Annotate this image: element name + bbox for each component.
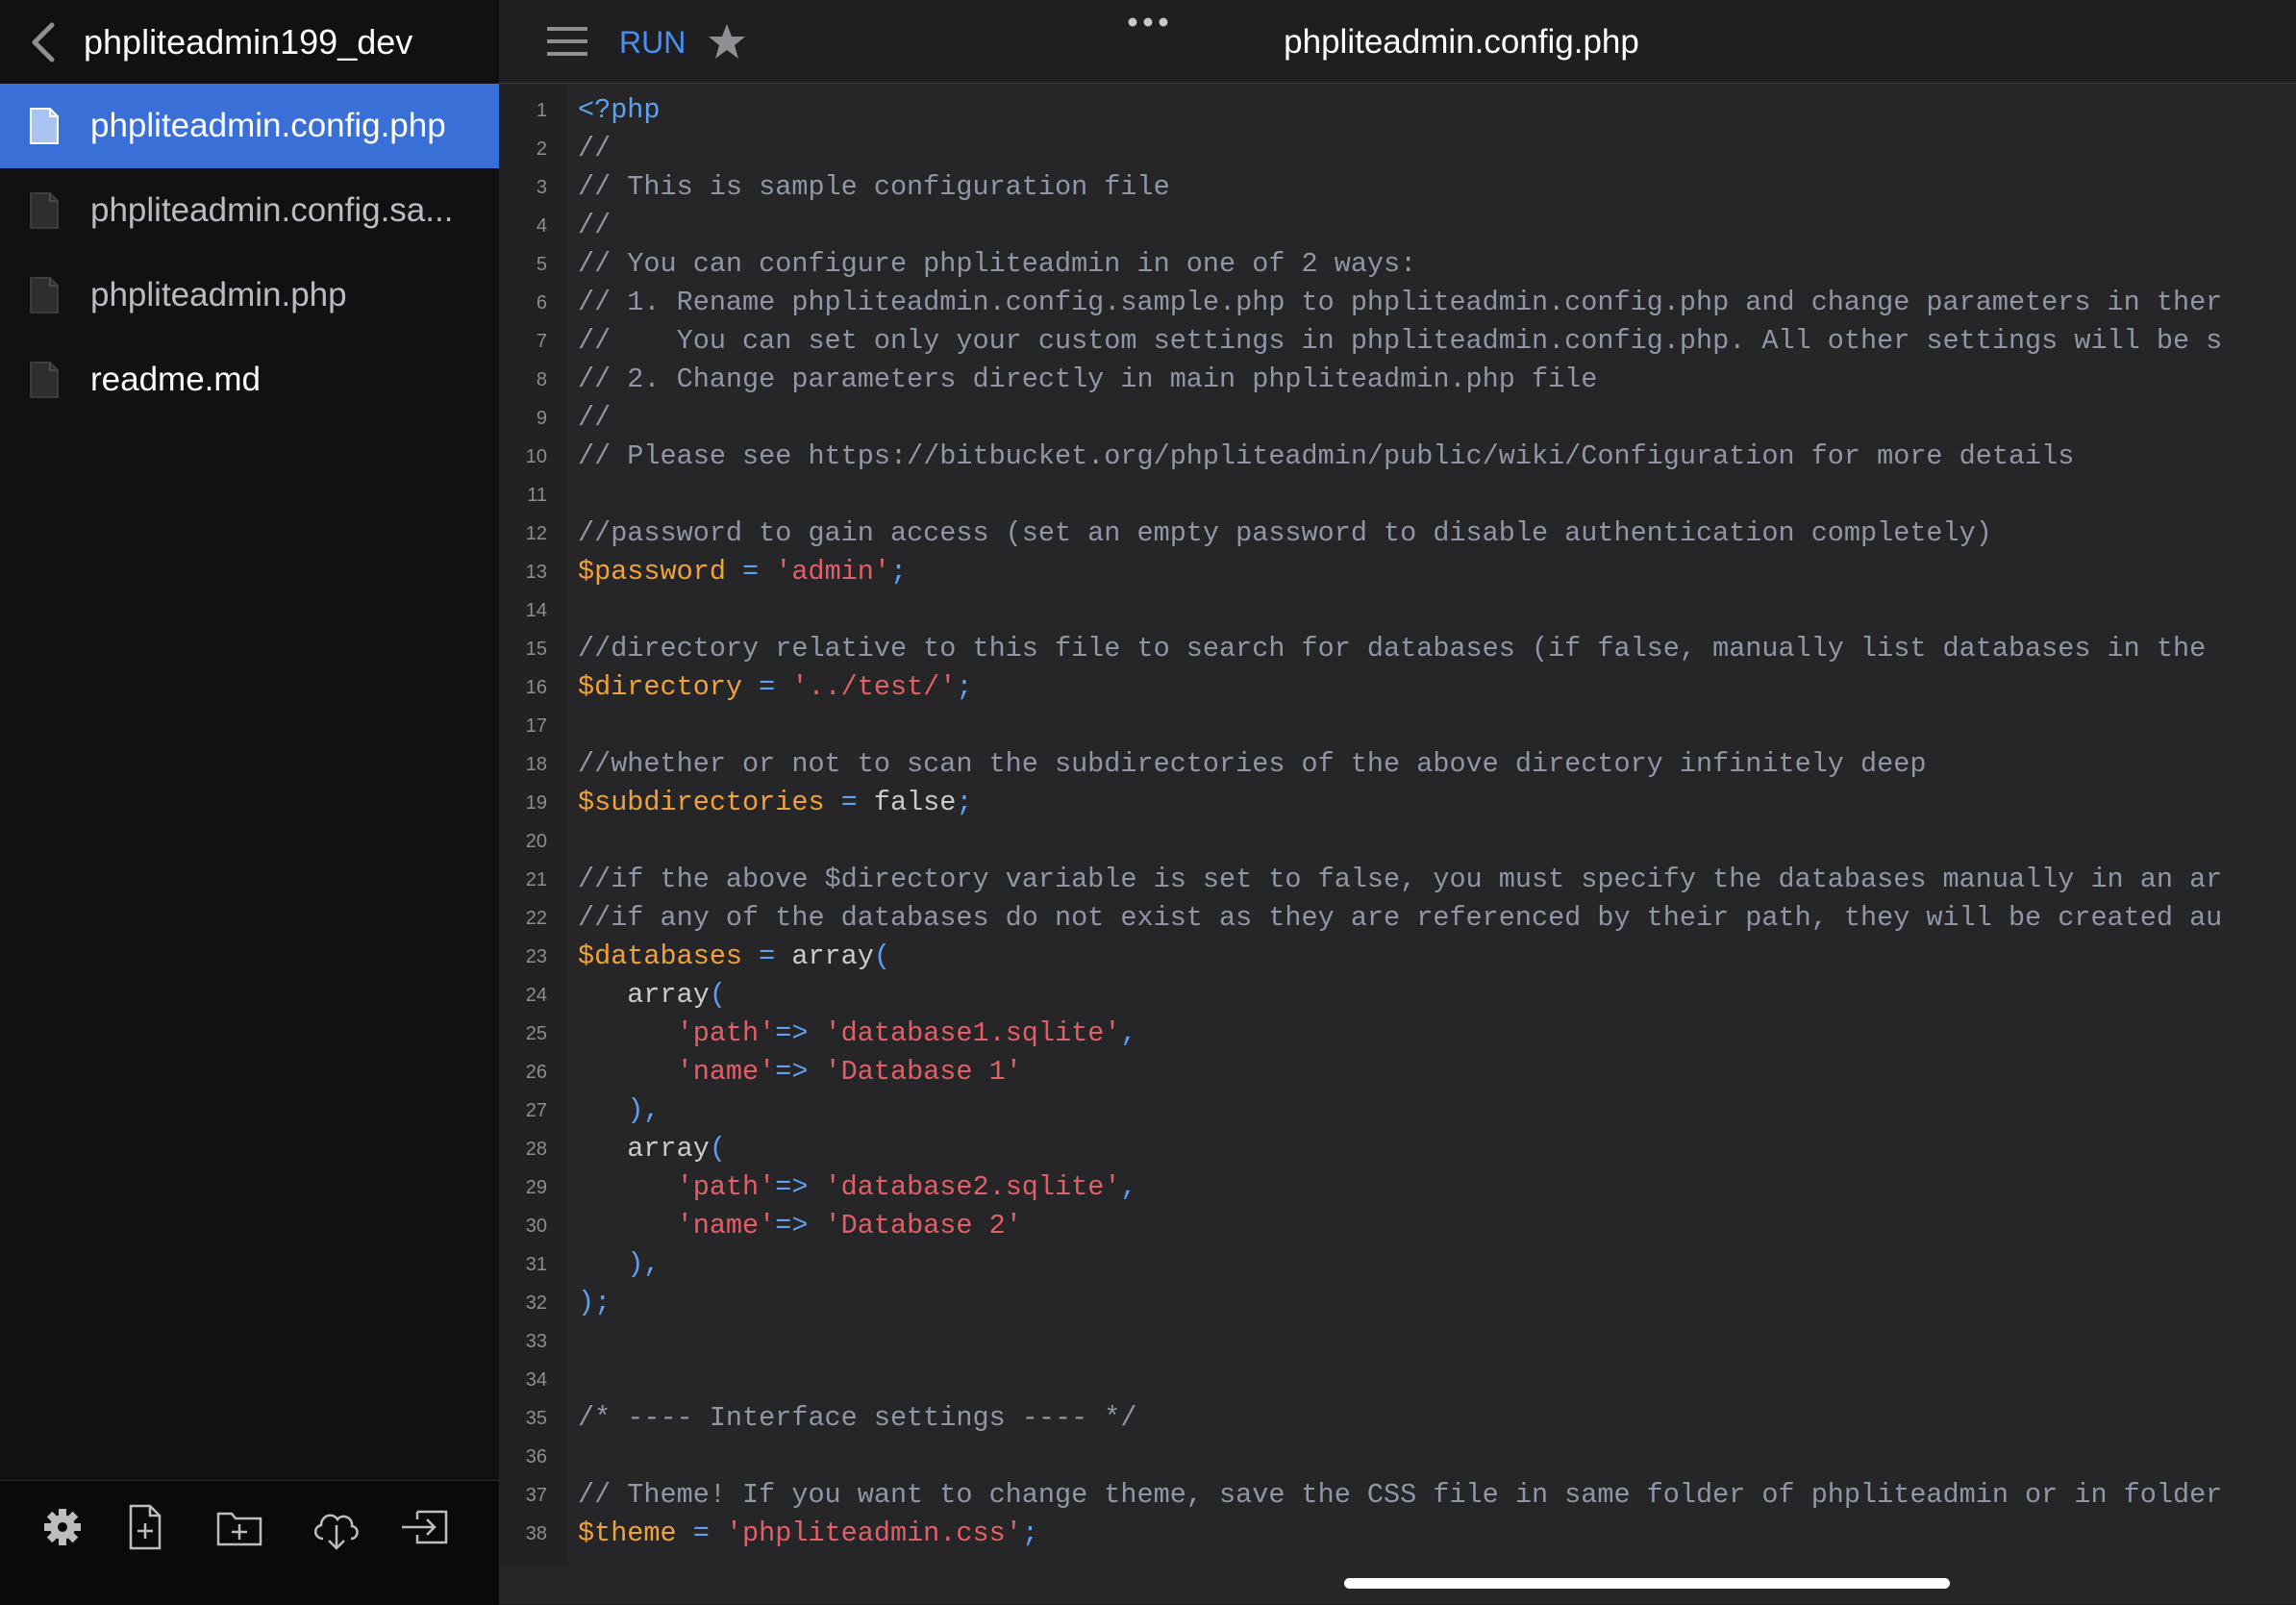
code-line: //password to gain access (set an empty … bbox=[578, 517, 1992, 549]
line-number: 24 bbox=[525, 985, 547, 1006]
line-number: 32 bbox=[525, 1292, 547, 1314]
line-number: 30 bbox=[525, 1216, 547, 1237]
settings-icon[interactable] bbox=[36, 1500, 89, 1554]
line-number: 19 bbox=[525, 792, 547, 814]
file-item-readme[interactable]: readme.md bbox=[0, 338, 499, 422]
line-number: 10 bbox=[525, 446, 547, 467]
line-number: 11 bbox=[527, 485, 547, 506]
sidebar: phpliteadmin199_dev phpliteadmin.config.… bbox=[0, 0, 499, 1605]
code-line: //whether or not to scan the subdirector… bbox=[578, 748, 1927, 780]
code-line: <?php bbox=[578, 94, 661, 126]
file-label: phpliteadmin.config.php bbox=[90, 107, 446, 144]
line-number: 16 bbox=[525, 677, 547, 698]
file-label: phpliteadmin.config.sa... bbox=[90, 191, 454, 229]
code-line: $password = 'admin'; bbox=[578, 556, 908, 588]
code-line: //if the above $directory variable is se… bbox=[578, 864, 2223, 895]
import-icon[interactable] bbox=[398, 1500, 452, 1554]
line-number: 21 bbox=[525, 869, 547, 890]
line-number: 8 bbox=[536, 369, 547, 390]
code-line: // bbox=[578, 133, 611, 164]
code-line: // This is sample configuration file bbox=[578, 171, 1170, 203]
code-line: 'path'=> 'database2.sqlite', bbox=[676, 1171, 1137, 1203]
editor-header: RUN phpliteadmin.config.php bbox=[499, 0, 2296, 84]
line-number: 5 bbox=[536, 254, 547, 275]
line-number: 18 bbox=[525, 754, 547, 775]
code-line: ); bbox=[578, 1287, 611, 1318]
line-number: 9 bbox=[536, 408, 547, 429]
line-number: 1 bbox=[536, 100, 547, 121]
home-indicator bbox=[1344, 1578, 1950, 1589]
line-number: 23 bbox=[525, 946, 547, 967]
line-number: 31 bbox=[525, 1254, 547, 1275]
back-chevron-icon[interactable] bbox=[25, 21, 63, 63]
code-line: // bbox=[578, 402, 611, 434]
code-line: array( bbox=[578, 1133, 726, 1165]
sidebar-toolbar bbox=[0, 1480, 499, 1605]
line-number: 4 bbox=[536, 215, 547, 237]
code-line: $subdirectories = false; bbox=[578, 787, 973, 818]
line-number: 15 bbox=[525, 639, 547, 660]
line-number: 13 bbox=[525, 562, 547, 583]
code-line: /* ---- Interface settings ---- */ bbox=[578, 1402, 1137, 1434]
star-icon[interactable] bbox=[707, 21, 747, 62]
line-number: 26 bbox=[525, 1062, 547, 1083]
code-line: array( bbox=[578, 979, 726, 1011]
run-button[interactable]: RUN bbox=[619, 21, 686, 63]
line-number: 6 bbox=[536, 292, 547, 313]
line-number: 27 bbox=[525, 1100, 547, 1121]
code-line: // You can set only your custom settings… bbox=[578, 325, 2223, 357]
file-icon bbox=[30, 277, 59, 313]
file-item-phpliteadmin-php[interactable]: phpliteadmin.php bbox=[0, 253, 499, 338]
file-item-config-php[interactable]: phpliteadmin.config.php bbox=[0, 84, 499, 168]
line-number: 33 bbox=[525, 1331, 547, 1352]
line-number: 3 bbox=[536, 177, 547, 198]
code-line: // 1. Rename phpliteadmin.config.sample.… bbox=[578, 287, 2223, 318]
code-line: $databases = array( bbox=[578, 940, 890, 972]
code-line: // 2. Change parameters directly in main… bbox=[578, 364, 1598, 395]
editor-title: phpliteadmin.config.php bbox=[1284, 23, 1639, 61]
code-line: 'name'=> 'Database 2' bbox=[676, 1210, 1022, 1241]
line-number: 35 bbox=[525, 1408, 547, 1429]
new-file-icon[interactable] bbox=[117, 1500, 171, 1554]
code-line: //directory relative to this file to sea… bbox=[578, 633, 2207, 665]
file-label: phpliteadmin.php bbox=[90, 276, 347, 313]
new-folder-icon[interactable] bbox=[212, 1500, 266, 1554]
folder-title: phpliteadmin199_dev bbox=[84, 22, 413, 62]
sidebar-header: phpliteadmin199_dev bbox=[0, 0, 499, 84]
code-line: ), bbox=[627, 1248, 661, 1280]
code-line: ), bbox=[627, 1094, 661, 1126]
line-number: 7 bbox=[536, 331, 547, 352]
line-number: 12 bbox=[525, 523, 547, 544]
code-editor: RUN phpliteadmin.config.php 1 <?php 2 // 3 //… bbox=[499, 0, 2296, 1604]
line-number: 17 bbox=[525, 715, 547, 737]
code-line: //if any of the databases do not exist a… bbox=[578, 902, 2223, 934]
line-number: 28 bbox=[525, 1139, 547, 1160]
code-line: // You can configure phpliteadmin in one… bbox=[578, 248, 1417, 280]
line-number: 29 bbox=[525, 1177, 547, 1198]
line-number: 20 bbox=[525, 831, 547, 852]
code-line: 'name'=> 'Database 1' bbox=[676, 1056, 1022, 1088]
file-icon bbox=[30, 192, 59, 229]
line-number: 2 bbox=[536, 138, 547, 160]
hamburger-menu-icon[interactable] bbox=[545, 23, 589, 60]
line-number: 38 bbox=[525, 1523, 547, 1544]
code-line: $theme = 'phpliteadmin.css'; bbox=[578, 1517, 1038, 1549]
file-label: readme.md bbox=[90, 361, 262, 398]
line-number: 22 bbox=[525, 908, 547, 929]
code-line: // bbox=[578, 210, 611, 241]
cloud-download-icon[interactable] bbox=[309, 1500, 362, 1554]
code-line: $directory = '../test/'; bbox=[578, 671, 973, 703]
line-number: 34 bbox=[525, 1369, 547, 1391]
code-area[interactable]: 1 <?php 2 // 3 // This is sample configuratio… bbox=[499, 94, 2296, 1556]
line-number: 37 bbox=[525, 1485, 547, 1506]
code-line: 'path'=> 'database1.sqlite', bbox=[676, 1017, 1137, 1049]
file-icon bbox=[30, 362, 59, 398]
code-line: // Please see https://bitbucket.org/phpl… bbox=[578, 440, 2075, 472]
line-number: 14 bbox=[525, 600, 547, 621]
line-number: 36 bbox=[525, 1446, 547, 1467]
code-line: // Theme! If you want to change theme, s… bbox=[578, 1479, 2223, 1511]
file-item-config-sample[interactable]: phpliteadmin.config.sa... bbox=[0, 168, 499, 253]
file-icon bbox=[30, 108, 59, 144]
line-number: 25 bbox=[525, 1023, 547, 1044]
